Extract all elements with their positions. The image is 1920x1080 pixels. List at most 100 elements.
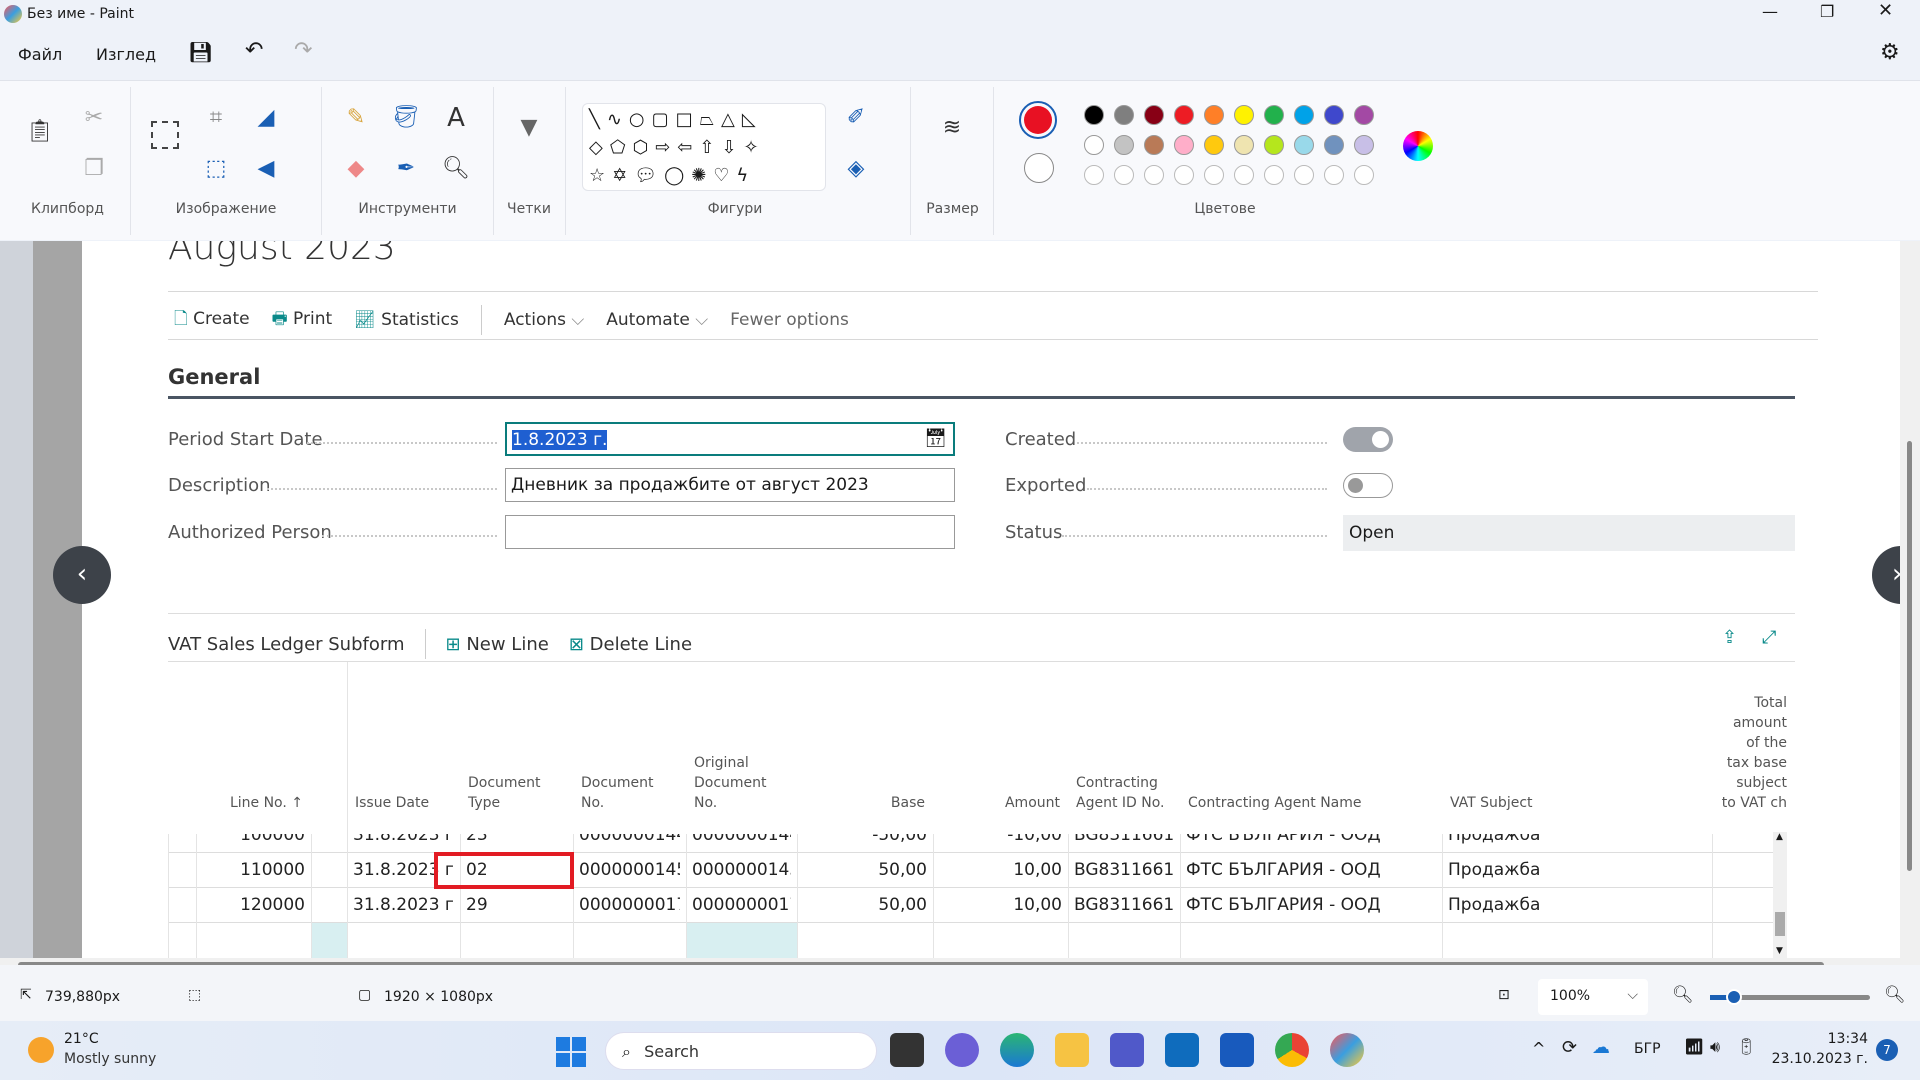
palette-swatch[interactable] — [1354, 135, 1374, 155]
volume-icon[interactable]: 🔊︎ — [1710, 1037, 1720, 1057]
search-box[interactable]: ⌕ Search — [605, 1032, 877, 1070]
table-row[interactable]: 110000 31.8.2023 г. 02 0000000145 0000000145… — [168, 853, 1773, 888]
empty-swatch[interactable] — [1354, 165, 1374, 185]
outline-icon[interactable]: ✐ — [840, 105, 872, 130]
fill-bucket-icon[interactable]: 🪣︎ — [390, 105, 422, 130]
color-picker-icon[interactable]: ✒ — [390, 156, 422, 181]
palette-swatch[interactable] — [1174, 135, 1194, 155]
table-cell[interactable]: 50,00 — [803, 895, 927, 915]
table-cell[interactable]: BG8311661... — [1074, 834, 1174, 845]
primary-color[interactable] — [1019, 101, 1057, 139]
edit-colors-icon[interactable] — [1403, 131, 1433, 161]
table-cell[interactable]: 120000 — [202, 895, 305, 915]
size-icon[interactable]: ≋ — [936, 115, 968, 140]
empty-cell[interactable] — [686, 923, 797, 958]
empty-swatch[interactable] — [1324, 165, 1344, 185]
resize-icon[interactable]: ⬚ — [200, 156, 232, 181]
zoom-slider[interactable] — [1710, 989, 1870, 1005]
palette-swatch[interactable] — [1264, 135, 1284, 155]
clock-date[interactable]: 23.10.2023 г. — [1770, 1051, 1868, 1067]
zoom-dropdown[interactable]: 100% ⌵ — [1538, 979, 1648, 1015]
palette-swatch[interactable] — [1354, 105, 1374, 125]
cut-icon[interactable]: ✂ — [78, 105, 110, 130]
weather-icon[interactable] — [28, 1037, 54, 1063]
edge-icon[interactable] — [1000, 1033, 1034, 1067]
table-cell[interactable]: ФТС БЪЛГАРИЯ - ООД — [1186, 834, 1436, 845]
fill-icon[interactable]: ◈ — [840, 156, 872, 181]
eraser-icon[interactable]: ◆ — [340, 156, 372, 181]
file-explorer-icon[interactable] — [1055, 1033, 1089, 1067]
onedrive-icon[interactable]: ☁ — [1592, 1037, 1610, 1058]
table-cell[interactable]: Продажба — [1448, 895, 1706, 915]
chrome-icon[interactable] — [1275, 1033, 1309, 1067]
table-cell[interactable]: 0000000145 — [692, 860, 791, 880]
palette-swatch[interactable] — [1084, 105, 1104, 125]
close-button[interactable]: ✕ — [1878, 0, 1893, 21]
copy-icon[interactable]: ❐ — [78, 156, 110, 181]
save-icon[interactable]: 💾︎ — [188, 40, 213, 64]
redo-icon[interactable]: ↷ — [294, 38, 312, 63]
minimize-button[interactable]: — — [1762, 2, 1778, 21]
table-cell[interactable]: Продажба — [1448, 860, 1706, 880]
paint-taskbar-icon[interactable] — [1330, 1033, 1364, 1067]
table-row[interactable]: 120000 31.8.2023 г. 29 0000000017 0000000017… — [168, 888, 1773, 923]
magnifier-icon[interactable]: 🔍︎ — [440, 156, 472, 181]
empty-swatch[interactable] — [1264, 165, 1284, 185]
task-view-icon[interactable] — [890, 1033, 924, 1067]
weather-temp[interactable]: 21°C — [64, 1031, 99, 1047]
menu-view[interactable]: Изглед — [96, 45, 156, 64]
canvas-vertical-scrollbar[interactable] — [1900, 241, 1920, 958]
palette-swatch[interactable] — [1174, 105, 1194, 125]
table-cell[interactable]: 0000000145 — [579, 860, 680, 880]
table-cell[interactable]: 50,00 — [803, 860, 927, 880]
empty-cell[interactable] — [311, 923, 347, 958]
table-cell[interactable]: ФТС БЪЛГАРИЯ - ООД — [1186, 860, 1436, 880]
sync-icon[interactable]: ⟳ — [1562, 1037, 1577, 1058]
canvas-area[interactable]: August 2023 🗋 Create 🖶 Print 📈︎ Statisti… — [0, 241, 1900, 958]
previous-arrow-button[interactable]: ‹ — [53, 546, 111, 604]
flip-icon[interactable]: ◀ — [250, 156, 282, 181]
pencil-icon[interactable]: ✎ — [340, 105, 372, 130]
teams-icon[interactable] — [1110, 1033, 1144, 1067]
palette-swatch[interactable] — [1324, 105, 1344, 125]
table-cell[interactable]: -10,00 — [939, 834, 1062, 845]
palette-swatch[interactable] — [1324, 135, 1344, 155]
rotate-icon[interactable]: ◢ — [250, 105, 282, 130]
empty-swatch[interactable] — [1294, 165, 1314, 185]
restore-button[interactable]: ❐ — [1820, 2, 1834, 21]
table-cell[interactable]: 0000000017 — [692, 895, 791, 915]
menu-file[interactable]: Файл — [18, 45, 62, 64]
zoom-out-icon[interactable]: 🔍︎ — [1672, 985, 1694, 1005]
table-cell[interactable]: 0000000017 — [579, 895, 680, 915]
palette-swatch[interactable] — [1204, 105, 1224, 125]
table-cell[interactable]: 100000 — [202, 834, 305, 845]
palette-swatch[interactable] — [1234, 135, 1254, 155]
table-cell[interactable]: -50,00 — [803, 834, 927, 845]
palette-swatch[interactable] — [1144, 105, 1164, 125]
palette-swatch[interactable] — [1114, 105, 1134, 125]
secondary-color[interactable] — [1024, 153, 1054, 183]
clock-time[interactable]: 13:34 — [1800, 1031, 1868, 1047]
crop-icon[interactable]: ⌗ — [200, 105, 232, 130]
empty-swatch[interactable] — [1234, 165, 1254, 185]
empty-swatch[interactable] — [1174, 165, 1194, 185]
table-cell[interactable]: 0000000144 — [579, 834, 680, 845]
table-cell[interactable]: 23 — [466, 834, 567, 845]
language-indicator[interactable]: БГР — [1634, 1041, 1661, 1057]
shapes-gallery[interactable]: ╲∿○▢□⏢△◺ ◇⬠⬡⇨⇦⇧⇩✧ ☆✡💬︎◯✺♡ϟ — [582, 103, 826, 191]
table-cell[interactable]: 110000 — [202, 860, 305, 880]
table-row[interactable]: 100000 31.8.2023 г. 23 0000000144 0000000144… — [168, 834, 1773, 853]
palette-swatch[interactable] — [1114, 135, 1134, 155]
teams-chat-icon[interactable] — [945, 1033, 979, 1067]
text-icon[interactable]: A — [440, 103, 472, 133]
word-icon[interactable] — [1220, 1033, 1254, 1067]
fit-to-window-icon[interactable]: ⊡ — [1498, 987, 1510, 1003]
table-cell[interactable]: BG8311661... — [1074, 860, 1174, 880]
table-cell[interactable]: Продажба — [1448, 834, 1706, 845]
empty-swatch[interactable] — [1084, 165, 1104, 185]
paste-icon[interactable]: 📋︎ — [24, 119, 56, 144]
grid-vertical-scrollbar[interactable]: ▲ ▼ — [1773, 832, 1787, 958]
table-cell[interactable]: 10,00 — [939, 895, 1062, 915]
table-cell[interactable]: ФТС БЪЛГАРИЯ - ООД — [1186, 895, 1436, 915]
palette-swatch[interactable] — [1234, 105, 1254, 125]
